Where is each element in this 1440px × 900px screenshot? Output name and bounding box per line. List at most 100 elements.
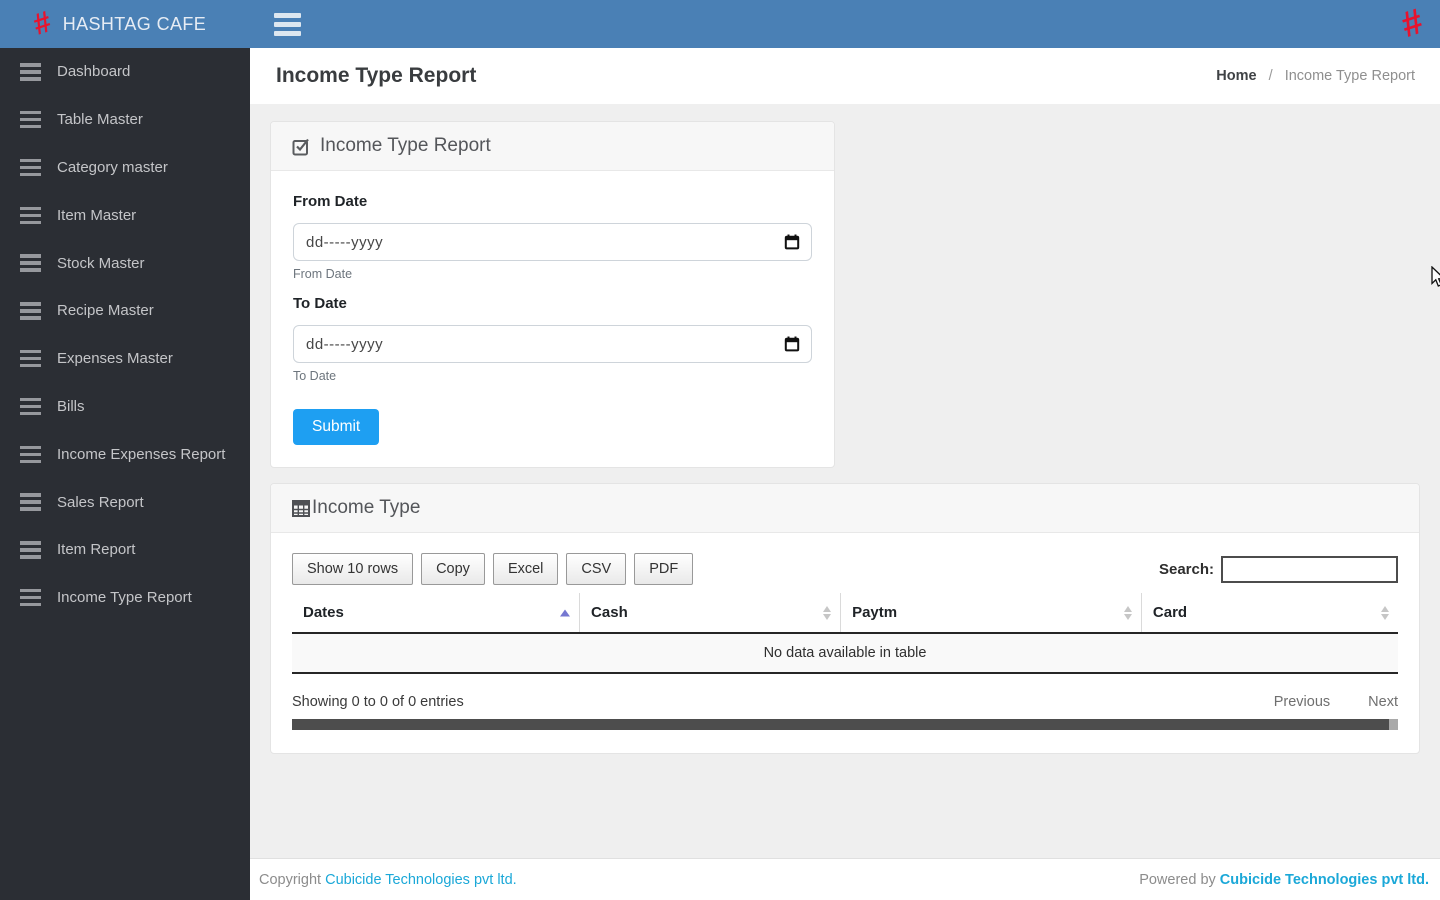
csv-button[interactable]: CSV xyxy=(566,553,627,585)
page-title: Income Type Report xyxy=(276,64,477,87)
main-area: Income Type Report Home / Income Type Re… xyxy=(250,48,1440,900)
sidebar-item-label: Dashboard xyxy=(57,63,131,81)
sidebar-item-income-type-report[interactable]: Income Type Report xyxy=(0,574,250,622)
brand-title: HASHTAG CAFE xyxy=(62,13,207,34)
horizontal-scrollbar-track[interactable] xyxy=(292,719,1398,730)
excel-button[interactable]: Excel xyxy=(492,553,559,585)
sidebar-item-label: Expenses Master xyxy=(57,350,173,368)
calendar-icon[interactable] xyxy=(784,336,800,352)
previous-page-button[interactable]: Previous xyxy=(1274,694,1330,710)
search-label: Search: xyxy=(1158,560,1214,578)
to-date-helper: To Date xyxy=(293,369,337,383)
hashtag-logo-right-icon: # xyxy=(1395,0,1428,46)
sort-asc-icon xyxy=(560,609,571,616)
column-header-dates[interactable]: Dates xyxy=(292,593,580,634)
powered-company-link[interactable]: Cubicide Technologies pvt ltd. xyxy=(1220,872,1429,888)
menu-lines-icon xyxy=(20,251,41,276)
topbar: # HASHTAG CAFE # xyxy=(0,0,1440,48)
content-header: Income Type Report Home / Income Type Re… xyxy=(250,48,1440,104)
sidebar-item-label: Recipe Master xyxy=(57,302,154,320)
income-type-table: Dates Cash Paytm Card No data available … xyxy=(292,593,1398,674)
sidebar-item-label: Stock Master xyxy=(57,254,145,272)
filter-card-header: Income Type Report xyxy=(271,122,834,171)
hashtag-logo-icon: # xyxy=(29,5,56,42)
sidebar-item-item-report[interactable]: Item Report xyxy=(0,526,250,574)
sidebar-item-income-expenses-report[interactable]: Income Expenses Report xyxy=(0,430,250,478)
menu-lines-icon xyxy=(20,394,41,419)
income-type-card: Income Type Show 10 rows Copy Excel CSV … xyxy=(270,483,1420,754)
empty-message: No data available in table xyxy=(292,633,1398,674)
sort-both-icon xyxy=(823,605,832,620)
copyright-company-link[interactable]: Cubicide Technologies pvt ltd. xyxy=(325,872,517,888)
sidebar-toggle-button[interactable] xyxy=(270,5,305,44)
breadcrumb-current: Income Type Report xyxy=(1284,68,1415,84)
show-rows-button[interactable]: Show 10 rows xyxy=(292,553,414,585)
sidebar-item-label: Item Master xyxy=(57,206,137,224)
footer-powered: Powered by Cubicide Technologies pvt ltd… xyxy=(1139,872,1429,888)
column-label: Paytm xyxy=(852,604,898,621)
pagination: Previous Next xyxy=(1240,694,1398,710)
to-date-label: To Date xyxy=(293,295,347,312)
from-date-helper: From Date xyxy=(293,267,353,281)
pdf-button[interactable]: PDF xyxy=(634,553,694,585)
footer: Copyright Cubicide Technologies pvt ltd.… xyxy=(250,858,1440,900)
sidebar-item-bills[interactable]: Bills xyxy=(0,383,250,431)
search-input[interactable] xyxy=(1221,555,1398,583)
sidebar-item-label: Bills xyxy=(57,397,85,415)
breadcrumb-separator: / xyxy=(1268,68,1273,84)
income-type-card-title: Income Type xyxy=(312,497,421,518)
menu-lines-icon xyxy=(20,60,41,85)
calendar-icon[interactable] xyxy=(784,234,800,250)
column-header-cash[interactable]: Cash xyxy=(579,593,841,634)
datatable-toolbar: Show 10 rows Copy Excel CSV PDF Search: xyxy=(292,553,1398,585)
column-label: Cash xyxy=(591,604,628,621)
copyright-prefix: Copyright xyxy=(259,871,326,888)
brand-link[interactable]: # HASHTAG CAFE xyxy=(0,5,250,42)
submit-button[interactable]: Submit xyxy=(293,409,380,445)
sidebar-item-recipe-master[interactable]: Recipe Master xyxy=(0,287,250,335)
to-date-input[interactable] xyxy=(293,325,812,363)
menu-lines-icon xyxy=(20,442,41,467)
sort-both-icon xyxy=(1123,605,1132,620)
menu-lines-icon xyxy=(20,538,41,563)
horizontal-scrollbar-thumb[interactable] xyxy=(292,719,1389,730)
from-date-label: From Date xyxy=(293,193,368,210)
filter-card-title: Income Type Report xyxy=(320,135,491,156)
sidebar-item-item-master[interactable]: Item Master xyxy=(0,191,250,239)
menu-lines-icon xyxy=(20,155,41,180)
table-info: Showing 0 to 0 of 0 entries xyxy=(292,694,464,710)
powered-prefix: Powered by xyxy=(1139,871,1220,888)
sidebar-item-sales-report[interactable]: Sales Report xyxy=(0,478,250,526)
copy-button[interactable]: Copy xyxy=(421,553,485,585)
sidebar-item-expenses-master[interactable]: Expenses Master xyxy=(0,335,250,383)
sidebar-item-label: Income Type Report xyxy=(57,589,192,607)
column-header-card[interactable]: Card xyxy=(1140,593,1398,634)
from-date-input[interactable] xyxy=(293,223,812,261)
menu-lines-icon xyxy=(20,203,41,228)
sidebar-item-label: Category master xyxy=(57,158,168,176)
sidebar-item-table-master[interactable]: Table Master xyxy=(0,96,250,144)
menu-lines-icon xyxy=(20,585,41,610)
column-header-paytm[interactable]: Paytm xyxy=(840,593,1142,634)
menu-lines-icon xyxy=(20,299,41,324)
check-square-icon xyxy=(292,138,309,155)
content-body: Income Type Report From Date From Date xyxy=(250,104,1440,858)
footer-copyright: Copyright Cubicide Technologies pvt ltd. xyxy=(259,872,517,888)
sidebar-item-label: Table Master xyxy=(57,111,143,129)
sidebar-item-category-master[interactable]: Category master xyxy=(0,144,250,192)
hamburger-icon xyxy=(274,12,301,36)
breadcrumb-home-link[interactable]: Home xyxy=(1216,68,1256,84)
table-grid-icon xyxy=(292,499,310,517)
sidebar: Dashboard Table Master Category master I… xyxy=(0,48,250,900)
table-empty-row: No data available in table xyxy=(292,633,1398,674)
sidebar-item-dashboard[interactable]: Dashboard xyxy=(0,48,250,96)
sidebar-item-label: Item Report xyxy=(57,541,136,559)
menu-lines-icon xyxy=(20,346,41,371)
sort-both-icon xyxy=(1381,605,1389,620)
filter-card: Income Type Report From Date From Date xyxy=(270,121,835,468)
income-type-card-header: Income Type xyxy=(271,484,1419,533)
next-page-button[interactable]: Next xyxy=(1368,694,1398,710)
menu-lines-icon xyxy=(20,490,41,515)
sidebar-item-label: Income Expenses Report xyxy=(57,445,226,463)
sidebar-item-stock-master[interactable]: Stock Master xyxy=(0,239,250,287)
